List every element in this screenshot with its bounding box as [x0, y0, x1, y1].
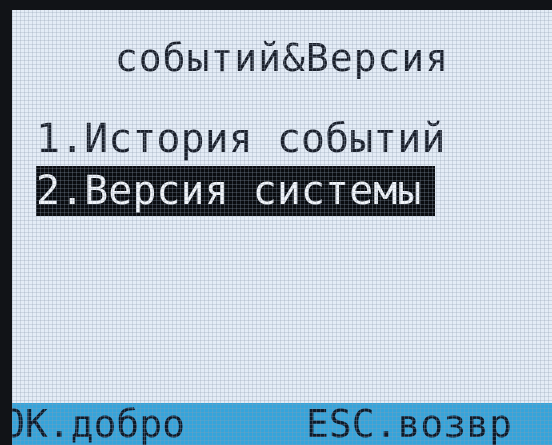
- esc-softkey[interactable]: ESC.возвр: [306, 400, 512, 445]
- menu-item-system-version[interactable]: 2.Версия системы: [36, 166, 436, 216]
- menu-item-event-history[interactable]: 1.История событий: [36, 114, 451, 164]
- device-bezel: событий&Версия 1.История событий 2.Верси…: [0, 0, 552, 445]
- lcd-screen: событий&Версия 1.История событий 2.Верси…: [12, 10, 552, 445]
- screen-title: событий&Версия: [114, 36, 450, 80]
- softkey-bar: OK.добро ESC.возвр: [12, 400, 552, 445]
- ok-softkey[interactable]: OK.добро: [12, 400, 185, 445]
- menu-list: 1.История событий 2.Версия системы: [36, 114, 451, 216]
